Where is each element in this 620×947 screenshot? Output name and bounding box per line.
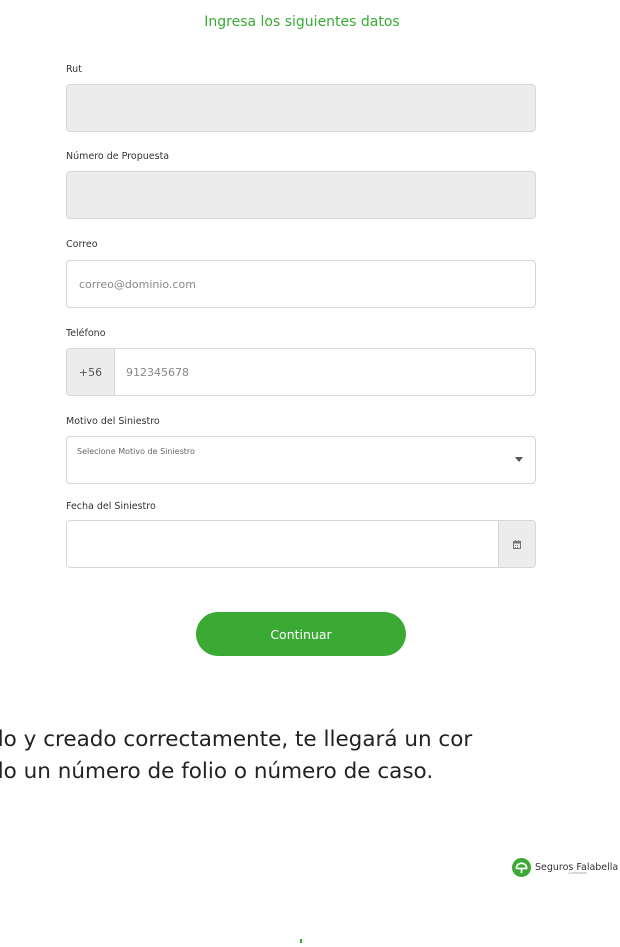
info-text-line-1: do y creado correctamente, te llegará un…: [0, 727, 473, 752]
continue-button[interactable]: Continuar: [196, 612, 406, 656]
motivo-select[interactable]: Selecione Motivo de Siniestro: [66, 436, 536, 484]
info-text-line-2: do un número de folio o número de caso.: [0, 759, 434, 784]
phone-input-wrap: [114, 349, 535, 395]
email-input[interactable]: [67, 261, 535, 307]
rut-label: Rut: [66, 64, 82, 75]
motivo-selected-text: Selecione Motivo de Siniestro: [77, 447, 195, 456]
correo-label: Correo: [66, 239, 98, 250]
motivo-label: Motivo del Siniestro: [66, 416, 160, 427]
chevron-down-icon: [515, 457, 523, 462]
rut-input: [67, 85, 535, 131]
date-picker-button[interactable]: [498, 521, 535, 567]
fecha-input-wrap: [67, 521, 499, 567]
propuesta-input: [67, 172, 535, 218]
fecha-label: Fecha del Siniestro: [66, 501, 156, 512]
phone-input[interactable]: [114, 349, 535, 395]
calendar-icon: [513, 539, 521, 549]
propuesta-label: Número de Propuesta: [66, 151, 170, 162]
propuesta-field: [66, 171, 536, 219]
rut-field: [66, 84, 536, 132]
correo-field[interactable]: [66, 260, 536, 308]
brand-logo: Seguros Falabella Corredores: [512, 858, 618, 877]
form-title: Ingresa los siguientes datos: [204, 14, 400, 30]
telefono-field: +56: [66, 348, 536, 396]
phone-prefix: +56: [67, 349, 115, 395]
fecha-field: [66, 520, 536, 568]
brand-sub: Corredores: [568, 871, 588, 875]
telefono-label: Teléfono: [66, 328, 106, 339]
date-input[interactable]: [67, 521, 499, 567]
info-text: do y creado correctamente, te llegará un…: [0, 724, 620, 788]
seguros-falabella-logo-icon: [512, 858, 531, 877]
green-dot: [300, 939, 302, 943]
